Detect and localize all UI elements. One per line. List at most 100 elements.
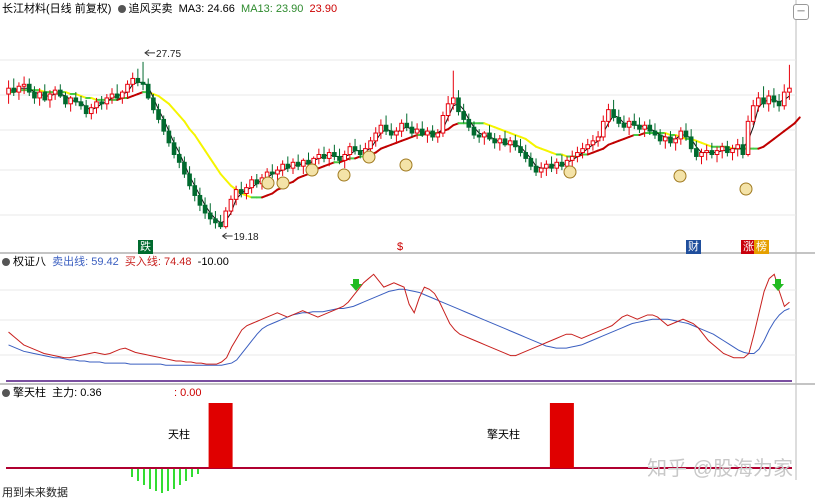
candle-body <box>507 140 513 146</box>
indicator-menu-icon[interactable] <box>117 5 126 13</box>
candle-body <box>456 97 461 113</box>
candle-body <box>580 148 585 154</box>
money-bag-icon <box>399 158 413 172</box>
panel3-title[interactable]: 擎天柱 <box>13 387 46 399</box>
panel2-title[interactable]: 权证八 <box>13 256 46 268</box>
candle-body <box>740 144 746 155</box>
candle-body <box>600 120 606 138</box>
candle-body <box>244 187 249 194</box>
candle-body <box>295 161 301 167</box>
badge-dollar[interactable]: $ <box>395 240 405 254</box>
candle-body <box>704 150 709 154</box>
candle-body <box>182 161 187 175</box>
candle-body <box>301 159 306 167</box>
candle-body <box>559 161 565 167</box>
badge-finance[interactable]: 财 <box>686 240 701 254</box>
candle-body <box>399 122 404 132</box>
candle-body <box>714 150 720 156</box>
candle-body <box>32 91 37 99</box>
candle-body <box>611 109 616 118</box>
candle-body <box>735 144 741 150</box>
ma13-segment <box>793 116 801 125</box>
candle-body <box>171 142 177 156</box>
candle-body <box>228 198 234 212</box>
candle-body <box>218 222 223 228</box>
candle-body <box>352 146 358 152</box>
candle-body <box>544 163 549 169</box>
candle-body <box>575 152 580 157</box>
stock-chart-stage: 27.75 19.18 长江材料(日线 前复权) 追风买卖 MA3: 24.66 … <box>0 0 815 500</box>
candle-body <box>435 132 441 138</box>
pillar-bar <box>549 403 574 468</box>
candle-body <box>502 138 508 146</box>
candle-body <box>378 124 384 134</box>
candle-body <box>766 95 772 105</box>
candle-body <box>89 107 94 115</box>
candle-body <box>280 163 285 171</box>
candle-body <box>694 148 699 157</box>
candle-body <box>161 118 167 132</box>
candle-body <box>192 185 198 196</box>
diff-label: -10.00 <box>197 256 229 268</box>
candle-body <box>683 130 689 138</box>
watermark: 知乎 @股海为家 <box>647 458 793 480</box>
money-bag-icon <box>563 165 577 179</box>
candle-body <box>388 130 394 136</box>
candle-body <box>311 157 316 165</box>
candle-body <box>269 171 275 175</box>
ma13-segment <box>224 178 232 187</box>
panel3-menu-icon[interactable] <box>2 389 10 397</box>
buy-line-label: 买入线: 74.48 <box>124 256 192 268</box>
candle-body <box>254 179 260 185</box>
candle-body <box>42 91 48 101</box>
candle-body <box>445 103 451 117</box>
ma13-segment <box>183 120 191 131</box>
buy-line <box>8 273 790 365</box>
candle-body <box>145 83 151 99</box>
candle-body <box>73 97 79 103</box>
candle-body <box>52 89 58 95</box>
ma3-label: MA3: 24.66 <box>178 3 235 15</box>
money-bag-icon <box>305 163 319 177</box>
candle-body <box>745 120 751 155</box>
candle-body <box>440 115 446 134</box>
candle-body <box>616 116 622 124</box>
badge-ranking[interactable]: 榜 <box>754 240 769 254</box>
money-bag-icon <box>337 168 351 182</box>
candle-body <box>787 87 792 93</box>
panel2-header: 权证八 卖出线: 59.42 买入线: 74.48 -10.00 <box>2 255 229 269</box>
money-bag-icon <box>276 176 290 190</box>
candle-body <box>347 146 353 155</box>
candle-body <box>461 111 466 120</box>
ma13-segment <box>178 114 186 123</box>
candle-body <box>750 105 756 122</box>
candle-body <box>233 189 239 200</box>
panel2-menu-icon[interactable] <box>2 258 10 266</box>
candle-body <box>99 101 104 105</box>
candle-body <box>657 134 663 142</box>
candle-body <box>285 163 291 169</box>
stock-name[interactable]: 长江材料(日线 前复权) <box>2 3 111 15</box>
candle-body <box>21 83 27 87</box>
collapse-icon[interactable]: ─ <box>793 4 809 20</box>
candle-body <box>668 136 673 144</box>
candle-body <box>513 140 518 148</box>
badge-fall[interactable]: 跌 <box>138 240 153 254</box>
money-bag-icon <box>261 176 275 190</box>
ma13-segment <box>204 149 212 160</box>
candle-body <box>761 97 766 105</box>
candle-body <box>187 173 192 187</box>
candle-body <box>523 152 529 159</box>
candle-body <box>482 132 487 138</box>
indicator-name[interactable]: 追风买卖 <box>129 3 173 15</box>
candle-body <box>590 140 596 146</box>
candle-body <box>83 105 89 115</box>
candle-body <box>383 124 389 132</box>
candle-body <box>528 157 534 167</box>
candle-body <box>756 97 761 107</box>
panel3-value: : 0.00 <box>174 387 202 399</box>
candle-body <box>662 136 668 142</box>
candle-body <box>275 169 280 175</box>
candle-body <box>688 136 694 150</box>
panel3-header: 擎天柱 主力: 0.36 <box>2 386 102 400</box>
